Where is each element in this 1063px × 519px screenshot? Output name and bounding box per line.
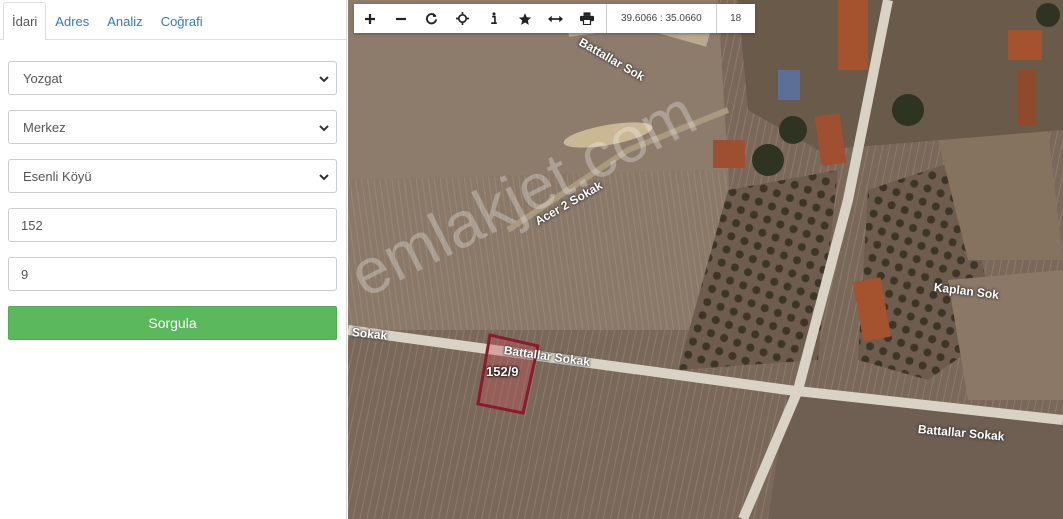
info-icon: [490, 12, 497, 24]
crosshair-icon: [456, 12, 469, 25]
map-toolbar: 39.6066 : 35.0660 18: [354, 4, 755, 33]
minus-icon: [395, 17, 406, 20]
horizontal-arrows-icon: [548, 15, 563, 22]
mahalle-select[interactable]: Esenli Köyü: [8, 159, 337, 193]
locate-button[interactable]: [447, 4, 478, 33]
parsel-input-value: 9: [21, 266, 29, 282]
il-select[interactable]: Yozgat: [8, 61, 337, 95]
info-button[interactable]: [478, 4, 509, 33]
printer-icon: [579, 12, 594, 25]
tab-adres[interactable]: Adres: [46, 4, 98, 40]
refresh-button[interactable]: [416, 4, 447, 33]
tab-bar: İdari Adres Analiz Coğrafi: [0, 0, 346, 40]
zoom-level-readout: 18: [730, 13, 742, 24]
refresh-icon: [425, 12, 438, 25]
ada-input-value: 152: [21, 217, 43, 233]
parcel-label: 152/9: [486, 364, 519, 379]
star-icon: [518, 12, 531, 25]
il-select-value: Yozgat: [23, 70, 63, 86]
print-button[interactable]: [571, 4, 602, 33]
tab-idari[interactable]: İdari: [3, 2, 47, 40]
ilce-select[interactable]: Merkez: [8, 110, 337, 144]
plus-icon: [364, 13, 375, 24]
chevron-down-icon: [319, 174, 329, 181]
tab-cografi[interactable]: Coğrafi: [152, 4, 212, 40]
chevron-down-icon: [319, 125, 329, 132]
coordinate-readout: 39.6066 : 35.0660: [606, 4, 717, 33]
mahalle-select-value: Esenli Köyü: [23, 168, 92, 184]
ada-input[interactable]: 152: [8, 208, 337, 242]
query-form: Yozgat Merkez Esenli Köyü 152 9 Sorgula: [0, 40, 346, 340]
parsel-input[interactable]: 9: [8, 257, 337, 291]
zoom-in-button[interactable]: [354, 4, 385, 33]
sorgula-button[interactable]: Sorgula: [8, 306, 337, 340]
tab-analiz[interactable]: Analiz: [98, 4, 151, 40]
zoom-out-button[interactable]: [385, 4, 416, 33]
ilce-select-value: Merkez: [23, 119, 66, 135]
map-view[interactable]: emlakjet.com Acer 2 Sokak Sokak Battalla…: [348, 0, 1063, 519]
query-panel: İdari Adres Analiz Coğrafi Yozgat Merkez…: [0, 0, 347, 519]
measure-button[interactable]: [540, 4, 571, 33]
favorite-button[interactable]: [509, 4, 540, 33]
app-root: İdari Adres Analiz Coğrafi Yozgat Merkez…: [0, 0, 1063, 519]
chevron-down-icon: [319, 76, 329, 83]
